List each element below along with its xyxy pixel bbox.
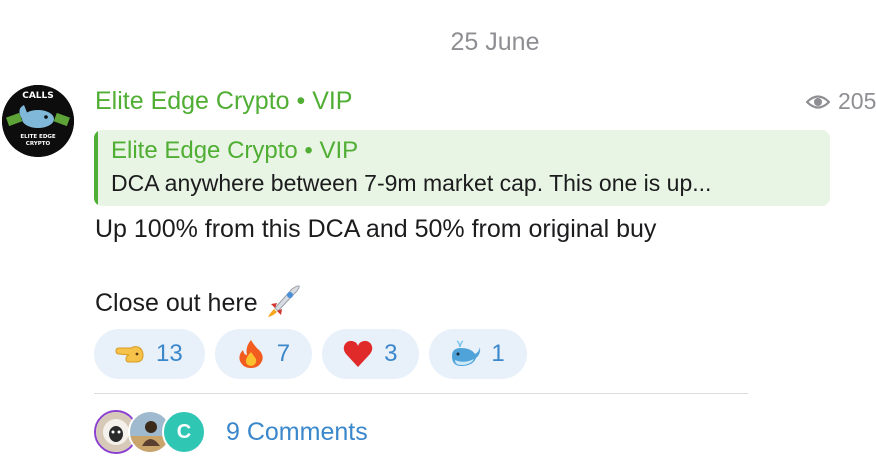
chat-view: 25 June CALLS ELITE EDGE CRYPTO Elite Ed… [0,0,876,464]
message-text-line2: Close out here [95,283,302,319]
channel-avatar[interactable]: CALLS ELITE EDGE CRYPTO [2,85,74,157]
reaction-count: 1 [491,340,505,367]
reaction-fire[interactable]: 7 [214,329,313,379]
post-author[interactable]: Elite Edge Crypto • VIP [95,87,352,116]
reply-quote[interactable]: Elite Edge Crypto • VIP DCA anywhere bet… [94,130,830,206]
whale-icon [452,340,481,366]
fire-icon [239,340,263,368]
avatar-text-top: CALLS [22,91,54,101]
reaction-count: 13 [156,340,183,367]
reaction-whale[interactable]: 1 [429,329,527,379]
reaction-count: 3 [384,340,398,367]
reply-accent-bar [94,130,98,206]
reactions-bar: 13 7 3 1 [94,329,527,379]
message-text-line1: Up 100% from this DCA and 50% from origi… [95,215,657,243]
message-text-line2-label: Close out here [95,289,258,317]
reply-text: DCA anywhere between 7-9m market cap. Th… [111,170,712,196]
reaction-pointing-hand[interactable]: 13 [94,329,205,379]
svg-text:CRYPTO: CRYPTO [26,141,51,147]
heart-icon [343,340,373,367]
svg-text:ELITE EDGE: ELITE EDGE [20,134,56,140]
letter-avatar: C [162,410,206,454]
date-separator: 25 June [450,28,540,56]
eye-icon [806,94,830,109]
reaction-heart[interactable]: 3 [322,329,420,379]
comments-count-label[interactable]: 9 Comments [226,418,368,447]
reply-author: Elite Edge Crypto • VIP [111,137,359,164]
rocket-icon [267,285,300,317]
views-counter: 205 [806,88,876,115]
views-count: 205 [838,88,876,114]
divider [94,393,748,394]
pointing-hand-icon [115,346,144,363]
comments-link[interactable]: C 9 Comments [94,410,368,454]
reaction-count: 7 [276,340,291,367]
